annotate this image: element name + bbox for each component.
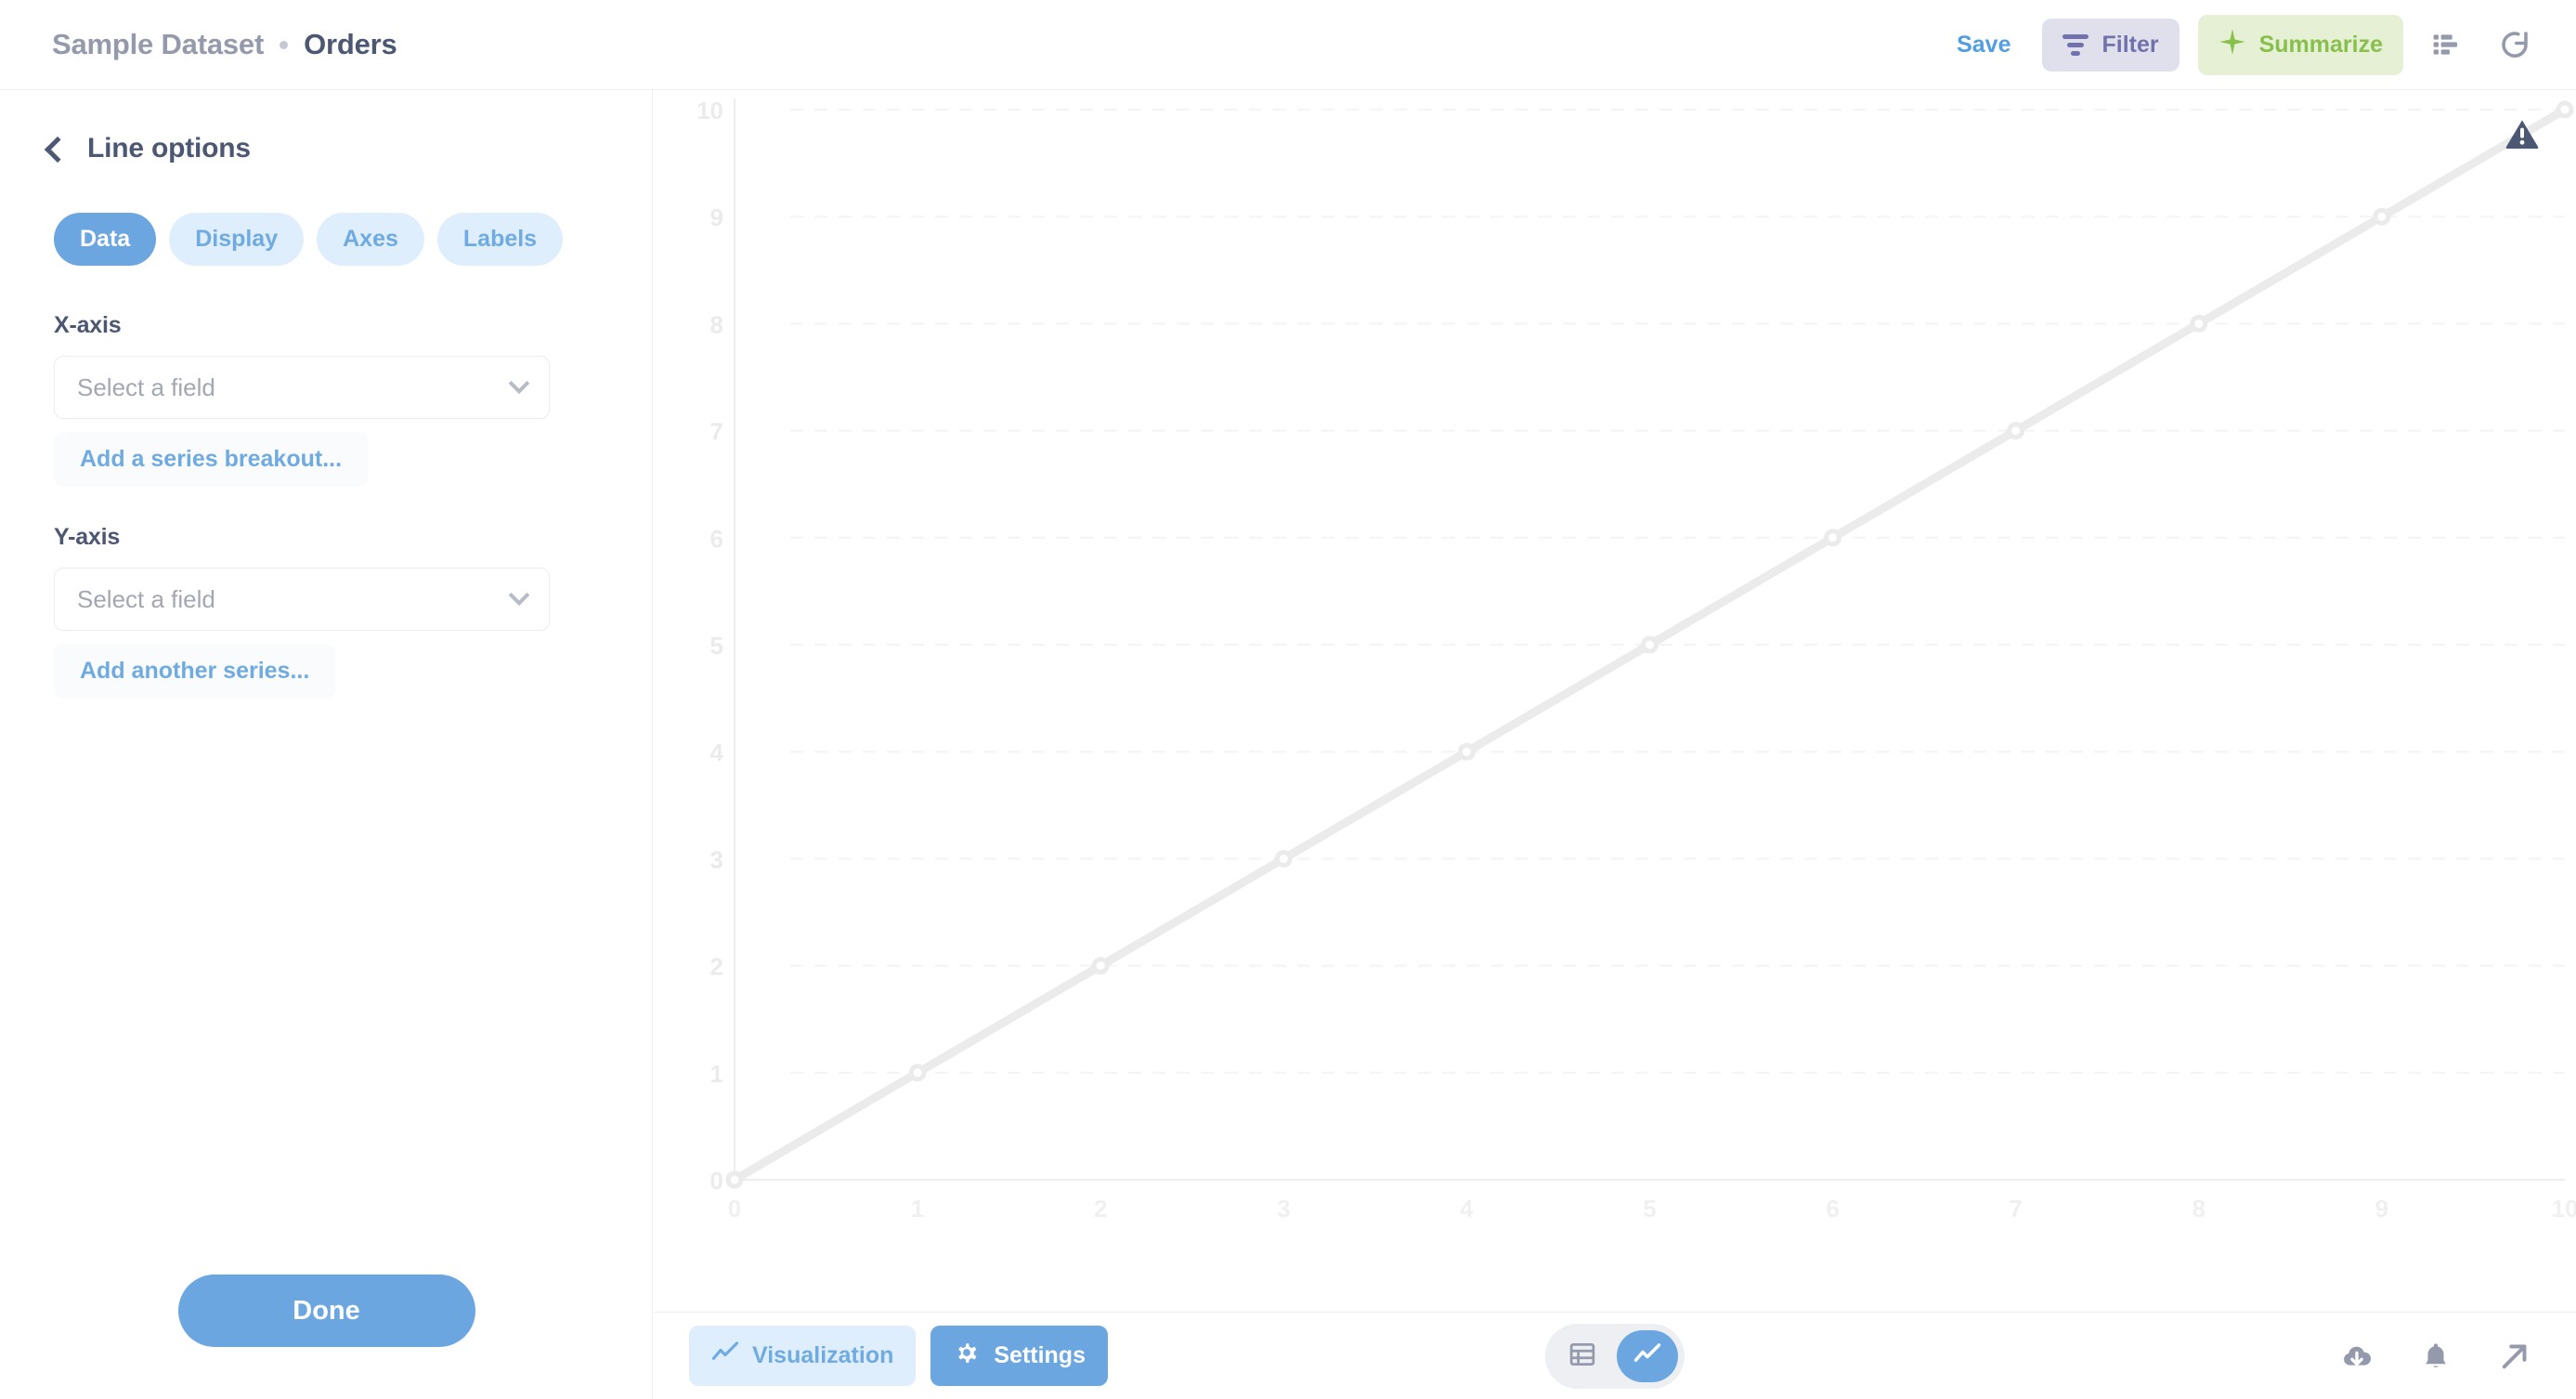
toggle-chart-view[interactable] [1617,1329,1678,1382]
add-series-breakout-button[interactable]: Add a series breakout... [54,432,369,487]
filter-button-label: Filter [2101,31,2159,58]
svg-text:6: 6 [710,525,723,553]
save-button[interactable]: Save [1944,22,2023,68]
svg-text:9: 9 [2375,1195,2388,1222]
settings-sidebar: Line options Data Display Axes Labels X-… [0,90,653,1399]
sidebar-form: X-axis Select a field Add a series break… [0,266,652,699]
bottom-toolbar: Visualization Settings [654,1312,2576,1399]
breadcrumb-separator-dot [280,40,289,49]
view-toggle-group [1545,1323,1685,1389]
chevron-left-icon[interactable] [44,136,72,163]
line-chart-icon [1633,1340,1661,1371]
chevron-down-icon [508,584,530,607]
x-axis-field-placeholder: Select a field [77,373,215,401]
breadcrumb: Sample Dataset Orders [52,28,397,61]
bottom-toolbar-left: Visualization Settings [689,1326,1108,1386]
app-root: Sample Dataset Orders Save Filter Summar… [0,0,2576,1399]
bell-icon[interactable] [2411,1331,2461,1381]
svg-text:0: 0 [710,1167,723,1195]
visualization-button[interactable]: Visualization [689,1326,917,1386]
svg-text:7: 7 [2009,1195,2022,1222]
filter-button[interactable]: Filter [2042,18,2179,72]
sidebar-title: Line options [87,133,251,163]
app-header: Sample Dataset Orders Save Filter Summar… [0,0,2576,90]
summarize-button[interactable]: Summarize [2197,14,2403,75]
row-list-icon[interactable] [2422,20,2470,69]
svg-text:2: 2 [710,953,723,981]
svg-text:1: 1 [710,1060,723,1088]
toggle-table-view[interactable] [1552,1330,1613,1382]
x-axis-label: X-axis [54,312,122,338]
refresh-icon[interactable] [2489,19,2541,71]
svg-text:0: 0 [728,1195,741,1222]
y-axis-field-placeholder: Select a field [77,584,215,613]
summarize-button-label: Summarize [2258,31,2383,58]
breadcrumb-dataset[interactable]: Sample Dataset [52,28,264,61]
svg-text:8: 8 [710,310,723,338]
add-another-series-button[interactable]: Add another series... [54,644,336,699]
svg-text:9: 9 [710,203,723,231]
breadcrumb-table-name[interactable]: Orders [304,28,397,61]
visualization-button-label: Visualization [752,1342,894,1368]
y-axis-label: Y-axis [54,524,121,550]
svg-text:10: 10 [696,97,723,124]
settings-button-label: Settings [994,1342,1086,1368]
settings-button[interactable]: Settings [930,1326,1108,1386]
chevron-down-icon [508,373,530,395]
sidebar-footer: Done [0,1275,653,1347]
svg-text:4: 4 [710,739,724,766]
gear-icon [953,1339,981,1373]
y-axis-field-select[interactable]: Select a field [54,568,550,631]
sidebar-header: Line options [0,90,652,164]
sidebar-tabs: Data Display Axes Labels [0,164,652,266]
svg-text:5: 5 [1643,1195,1656,1222]
svg-text:1: 1 [911,1195,924,1222]
svg-text:3: 3 [1277,1195,1290,1222]
svg-text:3: 3 [710,845,723,873]
table-icon [1568,1340,1596,1371]
done-button[interactable]: Done [177,1275,475,1347]
tab-axes[interactable]: Axes [317,213,424,266]
sparkle-icon [2218,28,2246,62]
svg-text:6: 6 [1826,1195,1839,1222]
line-chart-icon [711,1339,739,1373]
share-arrow-icon[interactable] [2489,1330,2541,1382]
tab-labels[interactable]: Labels [436,213,564,266]
line-chart[interactable]: 0 1 2 3 4 5 6 7 8 9 10 0 1 2 3 4 5 6 7 8 9 10 [654,91,2576,1312]
tab-data[interactable]: Data [54,213,157,266]
svg-text:5: 5 [710,632,723,660]
svg-text:4: 4 [1460,1195,1474,1222]
svg-text:8: 8 [2192,1195,2205,1222]
download-cloud-icon[interactable] [2331,1330,2383,1382]
svg-text:10: 10 [2552,1195,2576,1222]
warning-triangle-icon[interactable] [2504,115,2541,157]
svg-text:7: 7 [710,418,723,446]
chart-canvas: 0 1 2 3 4 5 6 7 8 9 10 0 1 2 3 4 5 6 7 8 9 10 [654,91,2576,1312]
x-axis-field-select[interactable]: Select a field [54,356,550,419]
filter-icon [2062,33,2089,56]
bottom-toolbar-right [2331,1330,2541,1382]
tab-display[interactable]: Display [169,213,305,266]
header-actions: Save Filter Summarize [1944,14,2541,75]
svg-text:2: 2 [1094,1195,1107,1222]
